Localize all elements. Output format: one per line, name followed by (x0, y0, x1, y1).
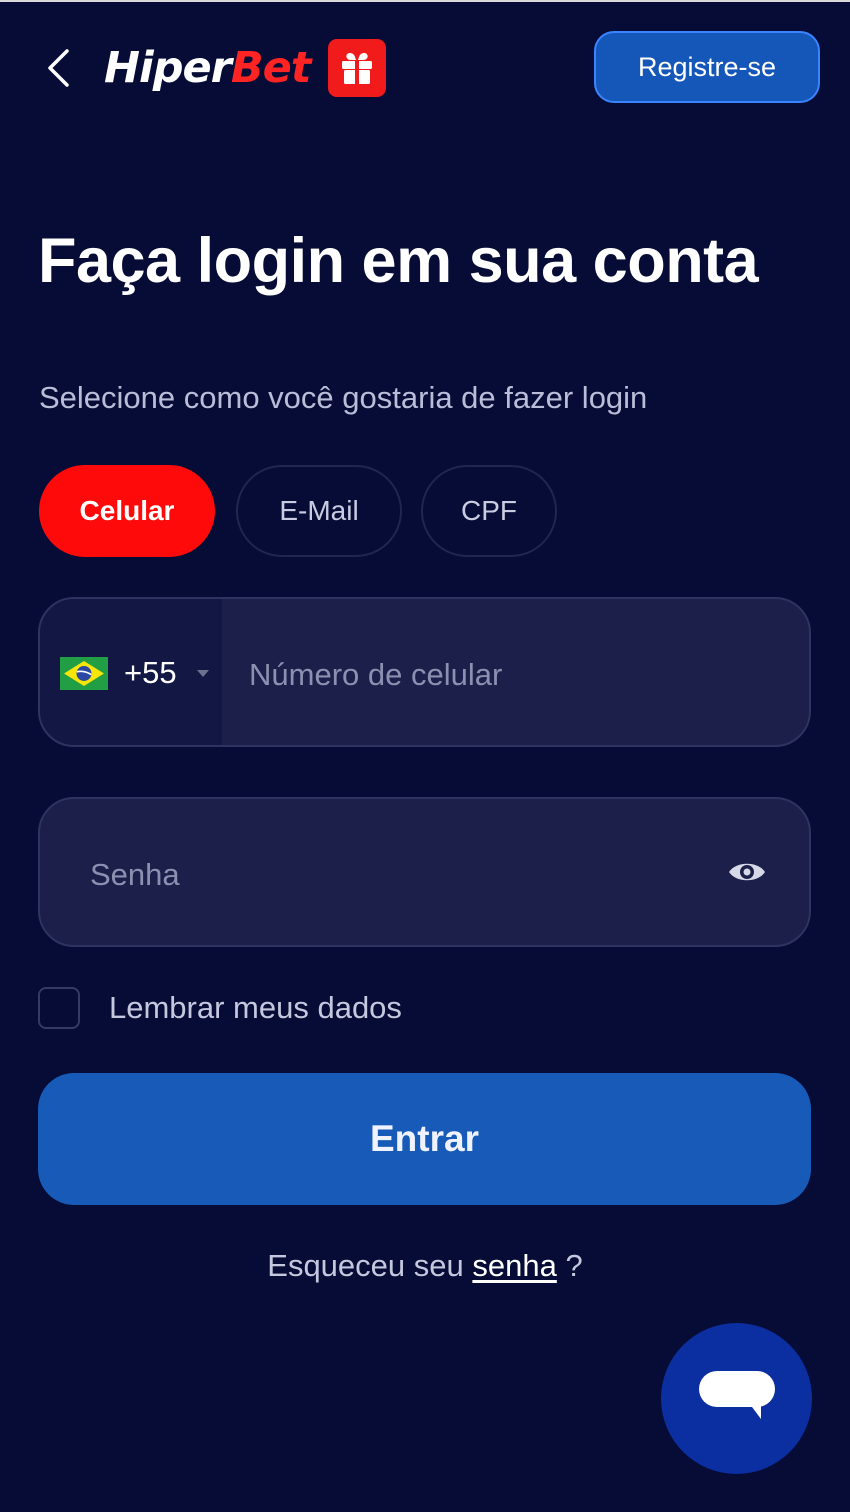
phone-field: +55 (38, 597, 811, 747)
tab-email[interactable]: E-Mail (236, 465, 402, 557)
hiperbet-logo[interactable]: HiperBet (104, 38, 387, 98)
phone-input[interactable] (247, 649, 781, 701)
caret-down-icon (197, 670, 209, 677)
country-code-select[interactable]: +55 (40, 599, 222, 745)
chat-bubble-icon (698, 1370, 775, 1419)
login-screen: HiperBet Registre-se Faça login em sua c… (0, 0, 850, 1512)
gift-icon[interactable] (328, 39, 387, 97)
forgot-suffix: ? (565, 1248, 583, 1283)
register-button[interactable]: Registre-se (594, 31, 820, 103)
password-input[interactable] (88, 849, 692, 901)
remember-checkbox[interactable] (38, 987, 80, 1029)
tab-cpf[interactable]: CPF (421, 465, 557, 557)
tab-celular[interactable]: Celular (39, 465, 215, 557)
login-method-subtitle: Selecione como você gostaria de fazer lo… (39, 380, 648, 415)
brazil-flag-icon (60, 657, 108, 690)
page-title: Faça login em sua conta (38, 226, 759, 296)
header: HiperBet Registre-se (0, 2, 850, 132)
back-button[interactable] (38, 46, 78, 90)
forgot-password: Esqueceu seu senha ? (0, 1248, 850, 1284)
forgot-password-link[interactable]: senha (472, 1248, 556, 1283)
remember-me[interactable]: Lembrar meus dados (38, 987, 402, 1029)
eye-icon (729, 863, 765, 881)
gift-glyph (342, 53, 373, 84)
chevron-left-icon (48, 49, 69, 87)
chat-button[interactable] (661, 1323, 812, 1474)
remember-label[interactable]: Lembrar meus dados (109, 990, 402, 1026)
password-field (38, 797, 811, 947)
logo-text: HiperBet (104, 46, 311, 90)
forgot-prefix: Esqueceu seu (267, 1248, 464, 1283)
login-button[interactable]: Entrar (38, 1073, 811, 1205)
dial-code: +55 (124, 655, 177, 690)
show-password-button[interactable] (726, 855, 768, 889)
logo-bet: Bet (230, 42, 311, 93)
logo-hiper: Hiper (104, 42, 232, 93)
